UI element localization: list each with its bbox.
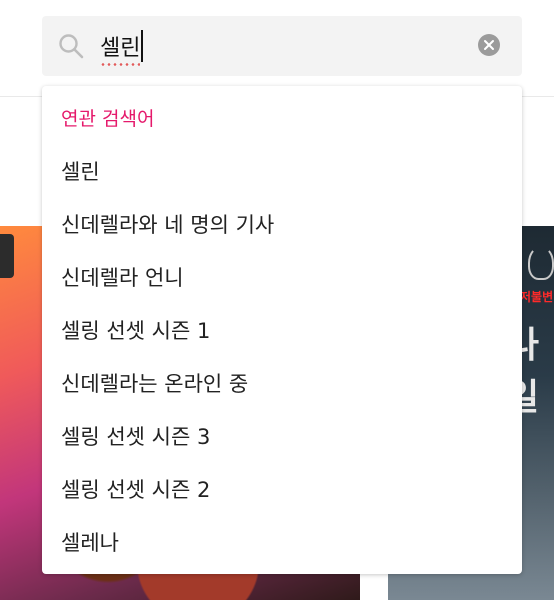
laurel-icon (528, 246, 554, 280)
suggestion-item[interactable]: 셀링 선셋 시즌 2 (61, 474, 210, 504)
search-box[interactable]: 셀린 (42, 16, 522, 76)
text-caret (141, 30, 144, 62)
page: 저불변 나일 셀린 연관 검색어 셀린 신데렐라와 네 명의 기사 신데렐라 언… (0, 0, 554, 600)
header: 셀린 (0, 0, 554, 97)
suggestion-item[interactable]: 신데렐라는 온라인 중 (61, 368, 248, 398)
suggestion-item[interactable]: 셀링 선셋 시즌 3 (61, 421, 210, 451)
clear-search-button[interactable] (478, 34, 500, 56)
search-input[interactable]: 셀린 (100, 26, 144, 66)
related-search-dropdown: 연관 검색어 셀린 신데렐라와 네 명의 기사 신데렐라 언니 셀링 선셋 시즌… (42, 86, 522, 574)
poster-badge (0, 234, 14, 278)
dropdown-title: 연관 검색어 (61, 108, 155, 130)
suggestion-item[interactable]: 셀레나 (61, 527, 119, 557)
suggestion-item[interactable]: 신데렐라 언니 (61, 262, 184, 292)
suggestion-item[interactable]: 신데렐라와 네 명의 기사 (61, 209, 274, 239)
search-icon (58, 33, 84, 59)
search-query-text: 셀린 (100, 30, 141, 66)
right-poster-red-text: 저불변 (520, 290, 554, 304)
close-icon (484, 40, 494, 50)
suggestion-item[interactable]: 셀링 선셋 시즌 1 (61, 315, 210, 345)
suggestion-item[interactable]: 셀린 (61, 156, 100, 186)
